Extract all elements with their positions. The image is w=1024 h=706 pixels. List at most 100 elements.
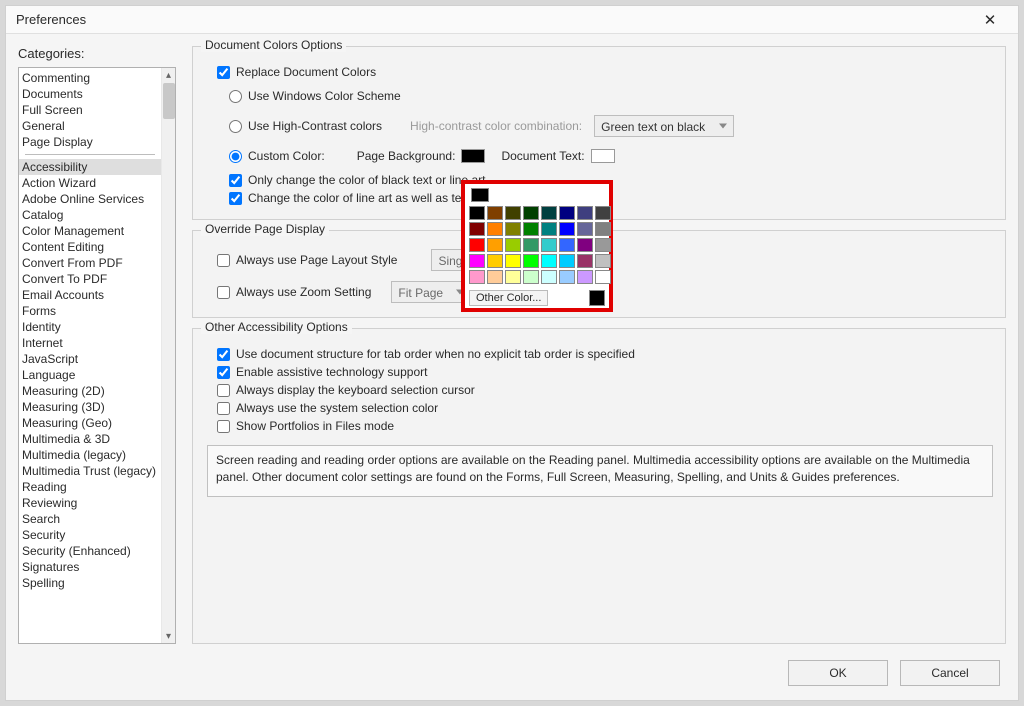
tab-order-checkbox[interactable] bbox=[217, 348, 230, 361]
zoom-combo[interactable]: Fit Page bbox=[391, 281, 471, 303]
scroll-down-icon[interactable]: ▾ bbox=[162, 629, 176, 643]
color-swatch[interactable] bbox=[469, 222, 485, 236]
list-item[interactable]: Adobe Online Services bbox=[19, 191, 161, 207]
list-item[interactable]: Reading bbox=[19, 479, 161, 495]
list-item[interactable]: Email Accounts bbox=[19, 287, 161, 303]
zoom-checkbox[interactable] bbox=[217, 286, 230, 299]
close-icon[interactable]: ✕ bbox=[970, 7, 1010, 33]
color-swatch[interactable] bbox=[559, 238, 575, 252]
ok-button[interactable]: OK bbox=[788, 660, 888, 686]
list-item[interactable]: Language bbox=[19, 367, 161, 383]
color-swatch[interactable] bbox=[559, 270, 575, 284]
color-swatch[interactable] bbox=[523, 270, 539, 284]
list-item[interactable]: Search bbox=[19, 511, 161, 527]
cursor-checkbox[interactable] bbox=[217, 384, 230, 397]
color-swatch[interactable] bbox=[505, 238, 521, 252]
color-swatch[interactable] bbox=[595, 222, 611, 236]
list-item[interactable]: Color Management bbox=[19, 223, 161, 239]
color-swatch[interactable] bbox=[523, 254, 539, 268]
color-swatch[interactable] bbox=[487, 238, 503, 252]
list-item[interactable]: Full Screen bbox=[19, 102, 161, 118]
color-swatch[interactable] bbox=[541, 222, 557, 236]
color-swatch[interactable] bbox=[523, 238, 539, 252]
list-item[interactable]: Multimedia (legacy) bbox=[19, 447, 161, 463]
color-swatch[interactable] bbox=[505, 254, 521, 268]
list-item[interactable]: Reviewing bbox=[19, 495, 161, 511]
color-swatch[interactable] bbox=[577, 206, 593, 220]
color-swatch[interactable] bbox=[487, 270, 503, 284]
color-swatch[interactable] bbox=[541, 238, 557, 252]
list-item[interactable]: Measuring (Geo) bbox=[19, 415, 161, 431]
windows-scheme-radio[interactable] bbox=[229, 90, 242, 103]
color-swatch[interactable] bbox=[541, 206, 557, 220]
color-swatch[interactable] bbox=[505, 206, 521, 220]
list-item[interactable]: Accessibility bbox=[19, 159, 161, 175]
color-swatch[interactable] bbox=[541, 270, 557, 284]
color-swatch[interactable] bbox=[541, 254, 557, 268]
list-item[interactable]: Identity bbox=[19, 319, 161, 335]
list-item[interactable]: Action Wizard bbox=[19, 175, 161, 191]
color-swatch[interactable] bbox=[577, 222, 593, 236]
only-black-checkbox[interactable] bbox=[229, 174, 242, 187]
color-swatch[interactable] bbox=[469, 206, 485, 220]
list-item[interactable]: Internet bbox=[19, 335, 161, 351]
assistive-checkbox[interactable] bbox=[217, 366, 230, 379]
color-swatch[interactable] bbox=[487, 254, 503, 268]
list-item[interactable]: Page Display bbox=[19, 134, 161, 150]
color-swatch[interactable] bbox=[469, 238, 485, 252]
black-swatch[interactable] bbox=[589, 290, 605, 306]
replace-colors-checkbox[interactable] bbox=[217, 66, 230, 79]
list-item[interactable]: Measuring (3D) bbox=[19, 399, 161, 415]
color-swatch[interactable] bbox=[595, 206, 611, 220]
color-swatch[interactable] bbox=[487, 222, 503, 236]
color-swatch[interactable] bbox=[505, 270, 521, 284]
list-item[interactable]: Convert From PDF bbox=[19, 255, 161, 271]
list-item[interactable]: Security bbox=[19, 527, 161, 543]
color-swatch[interactable] bbox=[595, 254, 611, 268]
high-contrast-combo[interactable]: Green text on black bbox=[594, 115, 734, 137]
color-swatch[interactable] bbox=[559, 222, 575, 236]
color-swatch[interactable] bbox=[577, 238, 593, 252]
document-text-swatch[interactable] bbox=[591, 149, 615, 163]
list-item[interactable]: Commenting bbox=[19, 70, 161, 86]
other-color-button[interactable]: Other Color... bbox=[469, 290, 548, 306]
list-item[interactable]: Multimedia Trust (legacy) bbox=[19, 463, 161, 479]
portfolios-checkbox[interactable] bbox=[217, 420, 230, 433]
list-item[interactable]: Security (Enhanced) bbox=[19, 543, 161, 559]
list-item[interactable]: Spelling bbox=[19, 575, 161, 591]
color-swatch[interactable] bbox=[577, 254, 593, 268]
list-item[interactable]: Content Editing bbox=[19, 239, 161, 255]
categories-list[interactable]: CommentingDocumentsFull ScreenGeneralPag… bbox=[18, 67, 176, 644]
selection-color-checkbox[interactable] bbox=[217, 402, 230, 415]
color-swatch[interactable] bbox=[577, 270, 593, 284]
color-swatch[interactable] bbox=[523, 206, 539, 220]
color-swatch[interactable] bbox=[469, 270, 485, 284]
line-art-checkbox[interactable] bbox=[229, 192, 242, 205]
list-item[interactable]: Convert To PDF bbox=[19, 271, 161, 287]
cancel-button[interactable]: Cancel bbox=[900, 660, 1000, 686]
scroll-up-icon[interactable]: ▴ bbox=[162, 68, 176, 82]
color-swatch[interactable] bbox=[487, 206, 503, 220]
list-item[interactable]: Documents bbox=[19, 86, 161, 102]
list-item[interactable]: Forms bbox=[19, 303, 161, 319]
color-swatch[interactable] bbox=[469, 254, 485, 268]
scroll-thumb[interactable] bbox=[163, 83, 175, 119]
color-swatch[interactable] bbox=[559, 206, 575, 220]
list-item[interactable]: Signatures bbox=[19, 559, 161, 575]
color-swatch[interactable] bbox=[505, 222, 521, 236]
page-layout-checkbox[interactable] bbox=[217, 254, 230, 267]
list-item[interactable]: Measuring (2D) bbox=[19, 383, 161, 399]
high-contrast-radio[interactable] bbox=[229, 120, 242, 133]
current-color-swatch[interactable] bbox=[471, 188, 489, 202]
custom-color-radio[interactable] bbox=[229, 150, 242, 163]
color-swatch[interactable] bbox=[523, 222, 539, 236]
scrollbar[interactable]: ▴ ▾ bbox=[161, 68, 175, 643]
list-item[interactable]: General bbox=[19, 118, 161, 134]
list-item[interactable]: Catalog bbox=[19, 207, 161, 223]
list-item[interactable]: Multimedia & 3D bbox=[19, 431, 161, 447]
color-swatch[interactable] bbox=[595, 270, 611, 284]
page-background-swatch[interactable] bbox=[461, 149, 485, 163]
list-item[interactable]: JavaScript bbox=[19, 351, 161, 367]
color-swatch[interactable] bbox=[559, 254, 575, 268]
color-swatch[interactable] bbox=[595, 238, 611, 252]
